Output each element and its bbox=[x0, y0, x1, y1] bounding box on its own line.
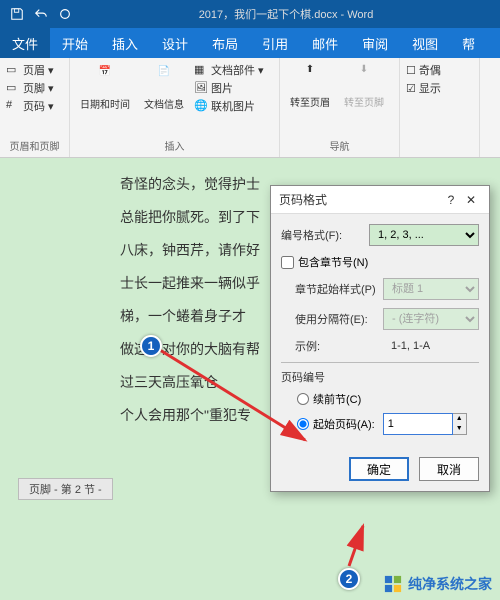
windows-logo-icon bbox=[384, 575, 402, 593]
footer-icon: ▭ bbox=[6, 81, 20, 95]
page-number-format-dialog: 页码格式 ? ✕ 编号格式(F): 1, 2, 3, ... 包含章节号(N) … bbox=[270, 185, 490, 492]
dialog-title: 页码格式 bbox=[279, 191, 327, 208]
group-header-footer: 页眉和页脚 bbox=[6, 138, 63, 153]
tab-references[interactable]: 引用 bbox=[250, 28, 300, 58]
continue-radio[interactable] bbox=[297, 393, 309, 405]
number-format-select[interactable]: 1, 2, 3, ... bbox=[369, 224, 479, 246]
quickparts-icon: ▦ bbox=[194, 63, 208, 77]
separator-select: - (连字符) bbox=[383, 308, 479, 330]
header-icon: ▭ bbox=[6, 63, 20, 77]
separator-label: 使用分隔符(E): bbox=[295, 311, 377, 327]
start-at-input[interactable] bbox=[383, 413, 453, 435]
start-at-label: 起始页码(A): bbox=[313, 416, 375, 432]
include-chapter-checkbox[interactable] bbox=[281, 256, 294, 269]
spin-down-icon[interactable]: ▼ bbox=[453, 424, 466, 434]
continue-label: 续前节(C) bbox=[313, 391, 361, 407]
chapter-style-select: 标题 1 bbox=[383, 278, 479, 300]
calendar-icon: 📅 bbox=[91, 66, 119, 94]
ok-button[interactable]: 确定 bbox=[349, 457, 409, 481]
online-pic-icon: 🌐 bbox=[194, 99, 208, 113]
online-pic-button[interactable]: 🌐联机图片 bbox=[194, 98, 264, 114]
docinfo-icon: 📄 bbox=[150, 66, 178, 94]
undo-icon[interactable] bbox=[30, 3, 52, 25]
chapter-style-label: 章节起始样式(P) bbox=[295, 281, 377, 297]
group-insert: 插入 bbox=[76, 138, 273, 153]
goto-footer-button[interactable]: ⬇转至页脚 bbox=[340, 62, 388, 111]
ribbon: ▭页眉 ▾ ▭页脚 ▾ #页码 ▾ 页眉和页脚 📅日期和时间 📄文档信息 ▦文档… bbox=[0, 58, 500, 158]
annotation-marker-1: 1 bbox=[140, 335, 162, 357]
goto-header-icon: ⬆ bbox=[296, 64, 324, 92]
tab-design[interactable]: 设计 bbox=[150, 28, 200, 58]
picture-button[interactable]: 🖼图片 bbox=[194, 80, 264, 96]
goto-footer-icon: ⬇ bbox=[350, 64, 378, 92]
example-value: 1-1, 1-A bbox=[391, 340, 430, 352]
quickparts-button[interactable]: ▦文档部件 ▾ bbox=[194, 62, 264, 78]
tab-mailings[interactable]: 邮件 bbox=[300, 28, 350, 58]
tab-insert[interactable]: 插入 bbox=[100, 28, 150, 58]
watermark: 纯净系统之家 bbox=[384, 574, 492, 594]
start-at-radio[interactable] bbox=[297, 418, 309, 430]
spin-up-icon[interactable]: ▲ bbox=[453, 414, 466, 424]
page-numbering-section: 页码编号 bbox=[281, 369, 479, 385]
datetime-button[interactable]: 📅日期和时间 bbox=[76, 62, 134, 114]
document-title: 2017，我们一起下个棋.docx - Word bbox=[78, 6, 494, 22]
example-label: 示例: bbox=[295, 338, 377, 354]
redo-icon[interactable] bbox=[54, 3, 76, 25]
cancel-button[interactable]: 取消 bbox=[419, 457, 479, 481]
footer-section-label: 页脚 - 第 2 节 - bbox=[18, 478, 113, 500]
tab-layout[interactable]: 布局 bbox=[200, 28, 250, 58]
menu-bar: 文件 开始 插入 设计 布局 引用 邮件 审阅 视图 帮 bbox=[0, 28, 500, 58]
header-button[interactable]: ▭页眉 ▾ bbox=[6, 62, 63, 78]
include-chapter-label: 包含章节号(N) bbox=[298, 254, 368, 270]
odd-even-check[interactable]: ☐ 奇偶 bbox=[406, 62, 473, 78]
group-nav: 导航 bbox=[286, 138, 393, 153]
tab-view[interactable]: 视图 bbox=[400, 28, 450, 58]
tab-help[interactable]: 帮 bbox=[450, 28, 487, 58]
tab-review[interactable]: 审阅 bbox=[350, 28, 400, 58]
number-format-label: 编号格式(F): bbox=[281, 227, 363, 243]
dialog-close-icon[interactable]: ✕ bbox=[461, 190, 481, 210]
goto-header-button[interactable]: ⬆转至页眉 bbox=[286, 62, 334, 111]
tab-home[interactable]: 开始 bbox=[50, 28, 100, 58]
dialog-help-icon[interactable]: ? bbox=[441, 190, 461, 210]
footer-button[interactable]: ▭页脚 ▾ bbox=[6, 80, 63, 96]
picture-icon: 🖼 bbox=[194, 81, 208, 95]
tab-file[interactable]: 文件 bbox=[0, 28, 50, 58]
pagenum-button[interactable]: #页码 ▾ bbox=[6, 98, 63, 114]
docinfo-button[interactable]: 📄文档信息 bbox=[140, 62, 188, 114]
pagenum-icon: # bbox=[6, 99, 20, 113]
annotation-marker-2: 2 bbox=[338, 568, 360, 590]
save-icon[interactable] bbox=[6, 3, 28, 25]
show-check[interactable]: ☑ 显示 bbox=[406, 80, 473, 96]
title-bar: 2017，我们一起下个棋.docx - Word bbox=[0, 0, 500, 28]
